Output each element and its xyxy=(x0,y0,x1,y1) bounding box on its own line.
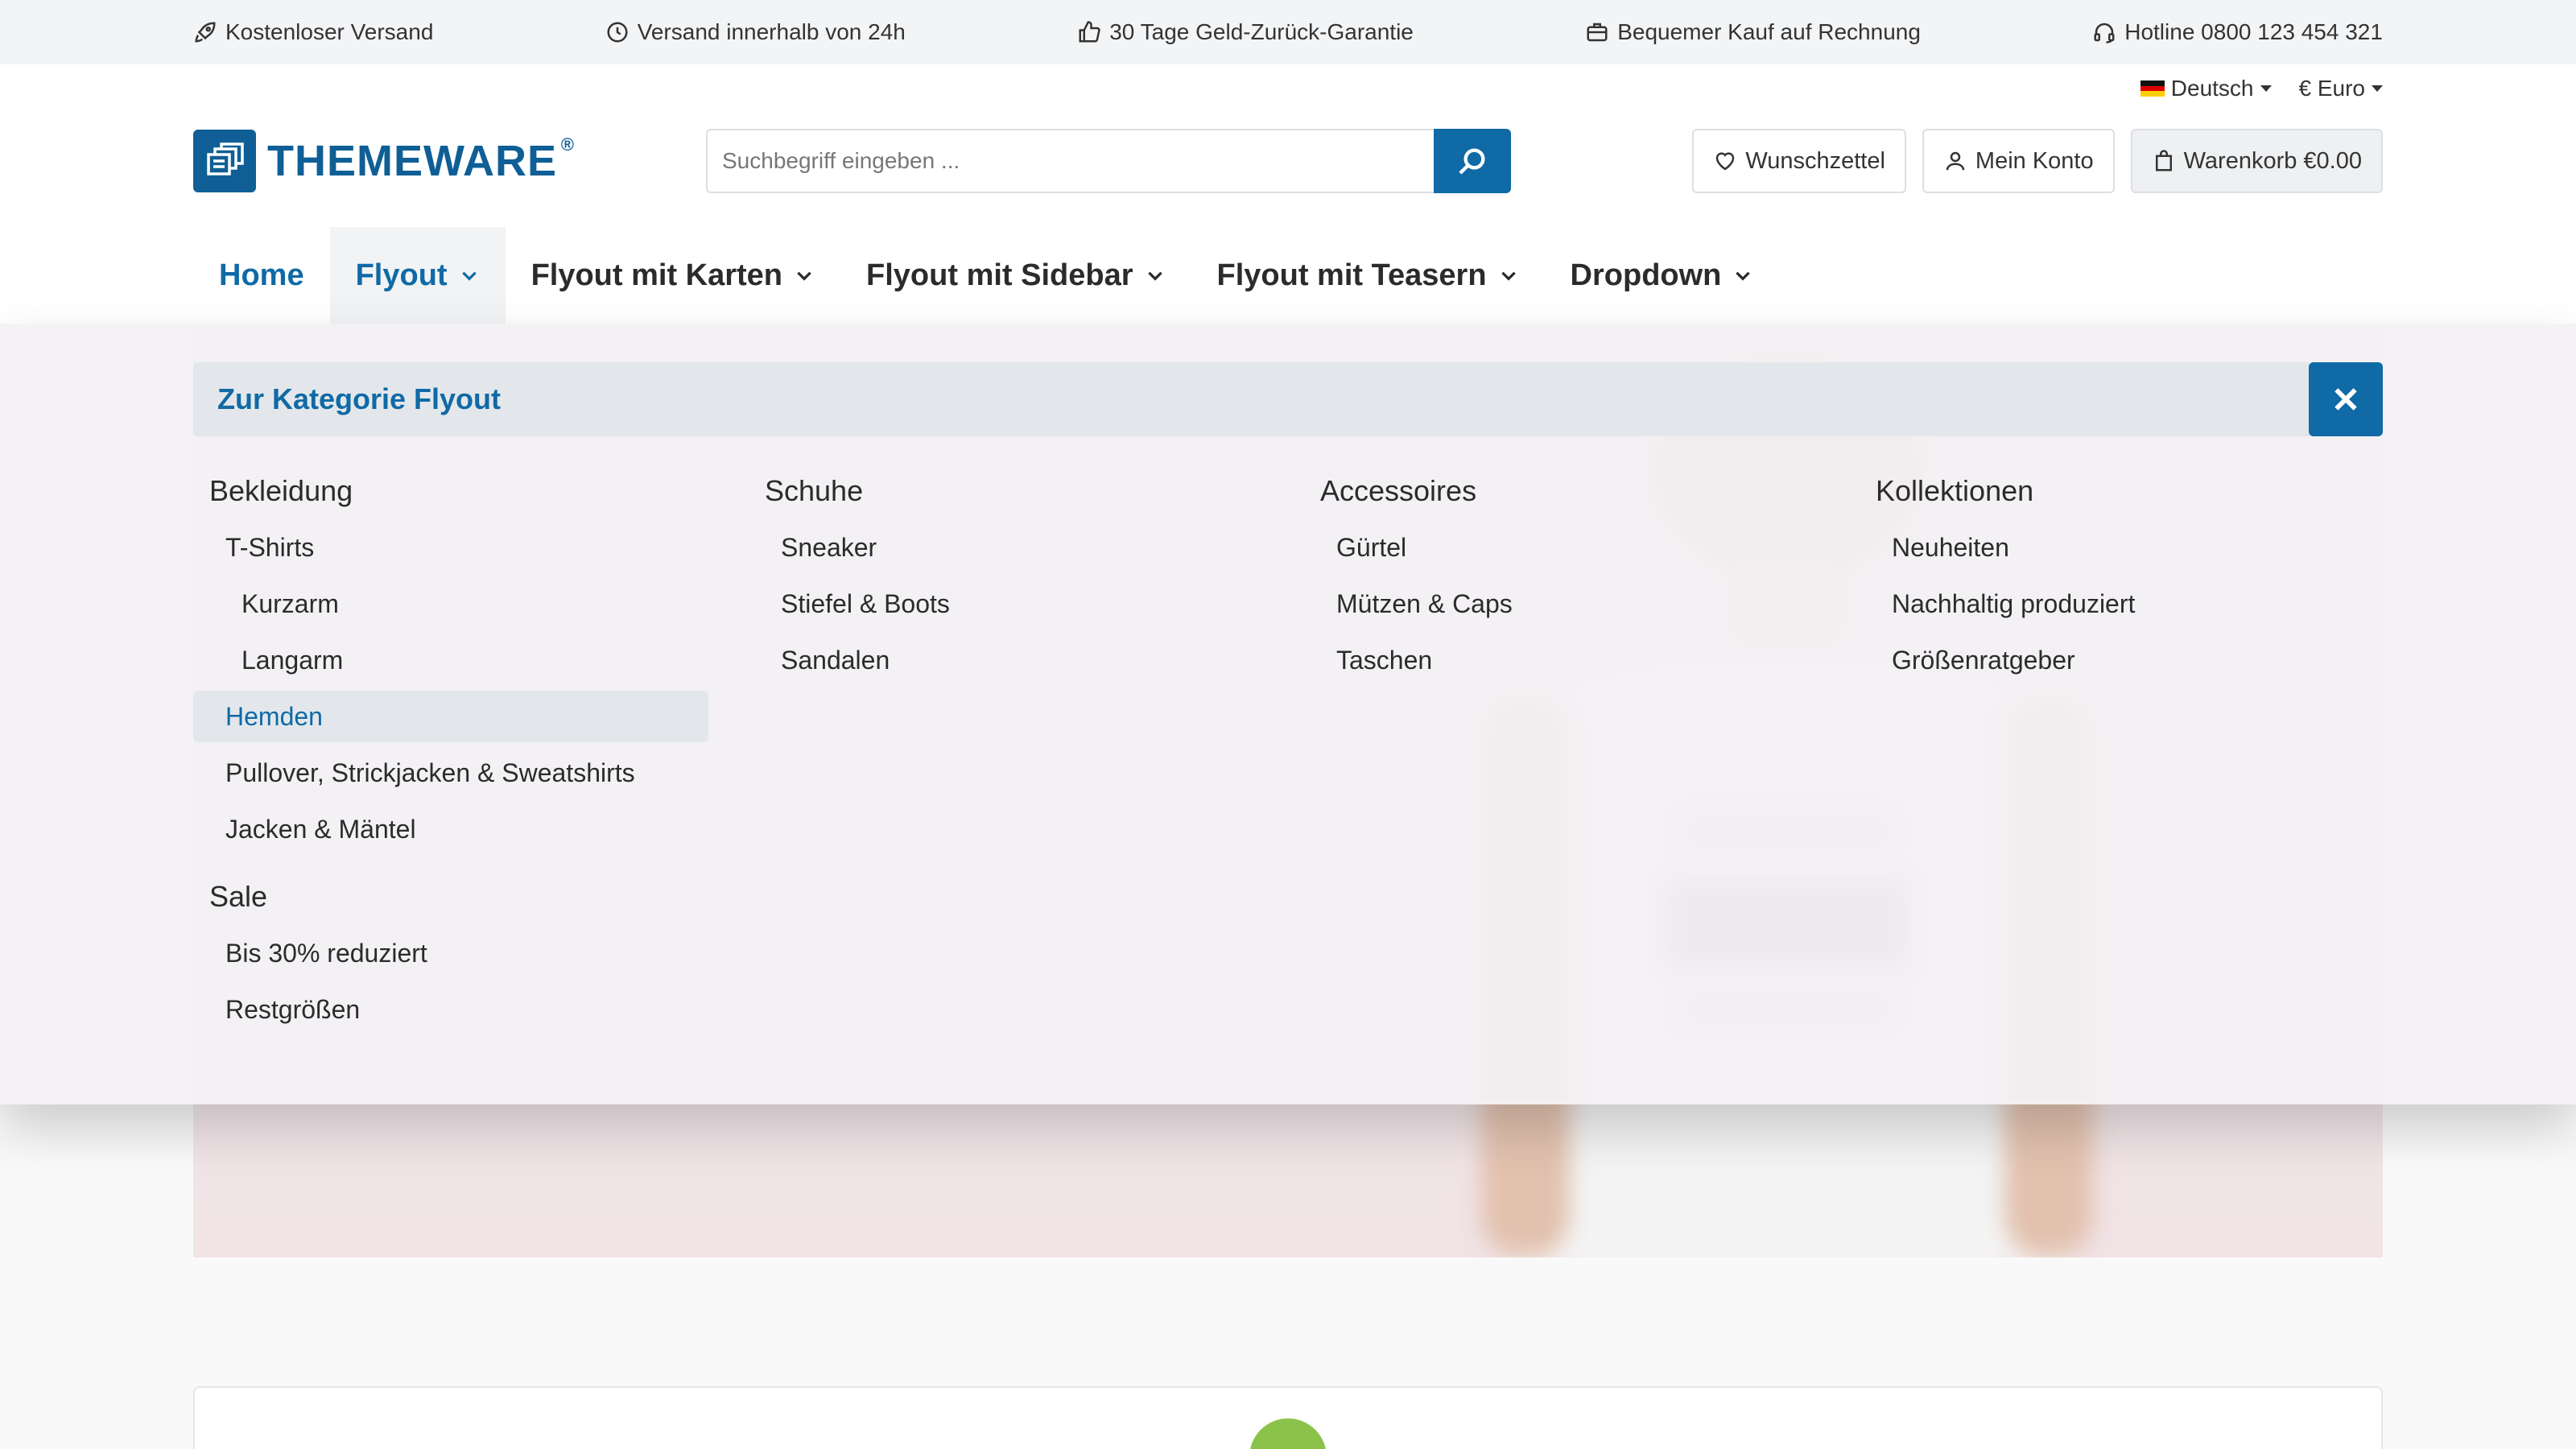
search-icon xyxy=(1459,148,1485,175)
user-icon xyxy=(1946,151,1965,171)
logo[interactable]: THEMEWARE ® xyxy=(193,129,574,193)
usp-bar: Kostenloser Versand Versand innerhalb vo… xyxy=(0,0,2576,64)
column-heading[interactable]: Kollektionen xyxy=(1860,469,2375,514)
locale-switcher: Deutsch € Euro xyxy=(2140,72,2383,105)
usp-hotline[interactable]: Hotline 0800 123 454 321 xyxy=(2092,19,2383,45)
thumbs-up-icon xyxy=(1079,21,1100,43)
header: Deutsch € Euro THEMEWARE® Wu xyxy=(0,64,2576,324)
category-list: Sneaker Stiefel & Boots Sandalen xyxy=(749,522,1264,686)
chevron-down-icon xyxy=(797,271,811,281)
subcategory-link-item[interactable]: Langarm xyxy=(193,634,708,686)
category-link-item[interactable]: Sandalen xyxy=(749,634,1264,686)
category-link-item[interactable]: Größenratgeber xyxy=(1860,634,2375,686)
category-link-item[interactable]: Bis 30% reduziert xyxy=(193,927,708,979)
caret-down-icon xyxy=(2260,85,2272,92)
cart-button[interactable]: Warenkorb €0.00 xyxy=(2130,129,2383,193)
usp-invoice: Bequemer Kauf auf Rechnung xyxy=(1585,19,1921,45)
main-navigation: Home Flyout Flyout mit Karten Flyout mit… xyxy=(193,227,1779,324)
chevron-down-icon xyxy=(461,271,477,281)
bag-icon xyxy=(2155,150,2172,171)
currency-label: € Euro xyxy=(2298,76,2366,101)
close-flyout-button[interactable] xyxy=(2309,362,2383,436)
usp-label: Kostenloser Versand xyxy=(225,19,434,44)
rocket-icon xyxy=(195,22,216,43)
flyout-column-collections: Kollektionen Neuheiten Nachhaltig produz… xyxy=(1860,469,2375,691)
logo-mark-icon xyxy=(193,130,256,192)
wishlist-button[interactable]: Wunschzettel xyxy=(1692,129,1906,193)
nav-item-label: Flyout mit Sidebar xyxy=(866,258,1133,292)
usp-label: 30 Tage Geld-Zurück-Garantie xyxy=(1109,19,1414,44)
nav-item-flyout-sidebar[interactable]: Flyout mit Sidebar xyxy=(840,227,1191,324)
subcategory-link-item[interactable]: Kurzarm xyxy=(193,578,708,630)
language-dropdown[interactable]: Deutsch xyxy=(2140,76,2272,101)
usp-shipping: Kostenloser Versand xyxy=(193,19,433,45)
logo-wordmark: THEMEWARE xyxy=(267,137,557,185)
chevron-down-icon xyxy=(1501,271,1516,281)
cart-label: Warenkorb €0.00 xyxy=(2183,147,2362,174)
clock-icon xyxy=(607,22,628,43)
flyout-column-clothing: Bekleidung T-Shirts Kurzarm Langarm Hemd… xyxy=(193,469,708,1040)
close-icon xyxy=(2334,388,2357,411)
flyout-column-accessories: Accessoires Gürtel Mützen & Caps Taschen xyxy=(1304,469,1819,691)
usp-label: Bequemer Kauf auf Rechnung xyxy=(1617,19,1921,44)
nav-item-dropdown[interactable]: Dropdown xyxy=(1545,227,1780,324)
category-link-item[interactable]: Nachhaltig produziert xyxy=(1860,578,2375,630)
heart-icon xyxy=(1716,152,1735,171)
category-link[interactable]: Zur Kategorie Flyout xyxy=(193,362,2383,436)
nav-item-flyout[interactable]: Flyout xyxy=(329,227,506,324)
search-input[interactable] xyxy=(706,129,1434,193)
headset-icon xyxy=(2094,23,2115,43)
column-heading[interactable]: Accessoires xyxy=(1304,469,1819,514)
usp-guarantee: 30 Tage Geld-Zurück-Garantie xyxy=(1077,19,1414,45)
nav-item-flyout-cards[interactable]: Flyout mit Karten xyxy=(506,227,840,324)
category-link-item[interactable]: T-Shirts xyxy=(193,522,708,573)
usp-label: Versand innerhalb von 24h xyxy=(637,19,906,44)
category-list: Neuheiten Nachhaltig produziert Größenra… xyxy=(1860,522,2375,686)
category-link-item[interactable]: Jacken & Mäntel xyxy=(193,803,708,855)
column-heading[interactable]: Bekleidung xyxy=(193,469,708,514)
flyout-menu: Zur Kategorie Flyout Bekleidung T-Shirts… xyxy=(0,324,2576,1104)
logo-text: THEMEWARE ® xyxy=(267,134,574,186)
category-link-item[interactable]: Restgrößen xyxy=(193,984,708,1035)
nav-item-label: Flyout mit Teasern xyxy=(1216,258,1487,292)
header-actions: Wunschzettel Mein Konto Warenkorb €0.00 xyxy=(1692,129,2383,193)
nav-item-flyout-teasers[interactable]: Flyout mit Teasern xyxy=(1191,227,1545,324)
registered-mark: ® xyxy=(560,134,575,155)
language-label: Deutsch xyxy=(2170,76,2254,101)
category-list: T-Shirts Kurzarm Langarm Hemden Pullover… xyxy=(193,522,708,855)
category-link-item[interactable]: Neuheiten xyxy=(1860,522,2375,573)
usp-label: Hotline 0800 123 454 321 xyxy=(2124,19,2383,44)
nav-item-label: Home xyxy=(219,258,304,292)
nav-item-label: Flyout mit Karten xyxy=(530,258,783,292)
category-link-item-hovered[interactable]: Hemden xyxy=(193,691,708,742)
category-list: Gürtel Mützen & Caps Taschen xyxy=(1304,522,1819,686)
caret-down-icon xyxy=(2372,85,2383,92)
nav-item-home[interactable]: Home xyxy=(193,227,330,324)
flyout-column-shoes: Schuhe Sneaker Stiefel & Boots Sandalen xyxy=(749,469,1264,691)
category-link-item[interactable]: Sneaker xyxy=(749,522,1264,573)
column-heading[interactable]: Sale xyxy=(193,874,708,919)
category-link-item[interactable]: Mützen & Caps xyxy=(1304,578,1819,630)
usp-delivery: Versand innerhalb von 24h xyxy=(605,19,906,45)
briefcase-icon xyxy=(1587,23,1608,42)
category-list: Bis 30% reduziert Restgrößen xyxy=(193,927,708,1035)
currency-dropdown[interactable]: € Euro xyxy=(2298,76,2383,101)
category-link-item[interactable]: Taschen xyxy=(1304,634,1819,686)
nav-item-label: Dropdown xyxy=(1570,258,1722,292)
chevron-down-icon xyxy=(1147,271,1162,281)
german-flag-icon xyxy=(2140,80,2165,97)
category-link-label: Zur Kategorie Flyout xyxy=(217,382,502,415)
category-link-item[interactable]: Pullover, Strickjacken & Sweatshirts xyxy=(193,747,708,799)
account-button[interactable]: Mein Konto xyxy=(1922,129,2115,193)
nav-item-label: Flyout xyxy=(355,258,448,292)
column-heading[interactable]: Schuhe xyxy=(749,469,1264,514)
chevron-down-icon xyxy=(1736,271,1751,281)
category-link-item[interactable]: Gürtel xyxy=(1304,522,1819,573)
search-button[interactable] xyxy=(1434,129,1511,193)
search-form xyxy=(706,129,1511,193)
account-label: Mein Konto xyxy=(1975,147,2094,174)
category-link-item[interactable]: Stiefel & Boots xyxy=(749,578,1264,630)
wishlist-label: Wunschzettel xyxy=(1745,147,1885,174)
